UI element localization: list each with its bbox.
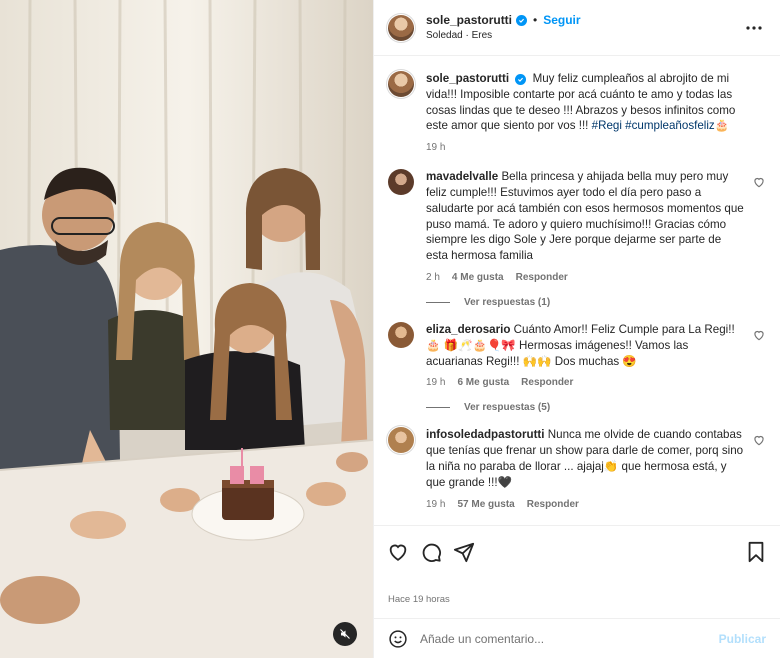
- post-photo[interactable]: [0, 0, 373, 658]
- comment-time: 2 h: [426, 271, 440, 283]
- separator-dot: •: [533, 12, 538, 27]
- reply-button[interactable]: Responder: [516, 272, 568, 283]
- share-button[interactable]: [452, 540, 476, 564]
- heart-icon: [389, 544, 407, 561]
- comment-input[interactable]: [420, 631, 719, 646]
- like-comment-heart-icon[interactable]: [752, 328, 766, 342]
- post-side-panel: sole_pastorutti • Seguir Soledad · Eres: [373, 0, 780, 658]
- verified-icon: [516, 14, 528, 26]
- comment-avatar[interactable]: [388, 169, 414, 196]
- comment-body: Bella princesa y ahijada bella muy pero …: [426, 170, 744, 263]
- mute-button[interactable]: [333, 622, 357, 646]
- caption: sole_pastorutti Muy feliz cumpleaños al …: [388, 71, 766, 153]
- reply-button[interactable]: Responder: [527, 499, 579, 510]
- comment-item: mavadelvalle Bella princesa y ahijada be…: [388, 169, 766, 283]
- follow-button[interactable]: Seguir: [543, 13, 580, 28]
- bookmark-icon: [748, 541, 764, 562]
- view-replies-label: Ver respuestas (5): [464, 402, 551, 414]
- audio-track[interactable]: Soledad · Eres: [426, 28, 742, 43]
- verified-icon: [515, 74, 527, 85]
- comment-likes[interactable]: 6 Me gusta: [457, 377, 509, 388]
- add-comment-bar: Publicar: [374, 618, 780, 658]
- comment-icon: [422, 543, 441, 562]
- more-options-button[interactable]: [742, 16, 766, 40]
- like-button[interactable]: [386, 540, 410, 564]
- comments-list[interactable]: sole_pastorutti Muy feliz cumpleaños al …: [374, 57, 780, 525]
- author-username[interactable]: sole_pastorutti: [426, 13, 512, 28]
- like-comment-heart-icon[interactable]: [752, 433, 766, 447]
- replies-divider: [426, 301, 450, 303]
- comment-username[interactable]: mavadelvalle: [426, 170, 498, 183]
- caption-text: sole_pastorutti Muy feliz cumpleaños al …: [426, 71, 744, 134]
- post-timestamp: Hace 19 horas: [388, 594, 450, 605]
- author-info: sole_pastorutti • Seguir Soledad · Eres: [426, 13, 742, 43]
- reply-button[interactable]: Responder: [521, 377, 573, 388]
- emoji-icon[interactable]: [388, 629, 408, 649]
- mute-icon: [340, 629, 350, 639]
- post-actions-bar: [374, 525, 780, 577]
- view-replies-label: Ver respuestas (1): [464, 296, 551, 308]
- save-button[interactable]: [744, 540, 768, 564]
- caption-username[interactable]: sole_pastorutti: [426, 72, 509, 85]
- comment-text: mavadelvalle Bella princesa y ahijada be…: [426, 169, 744, 264]
- author-avatar[interactable]: [388, 14, 414, 41]
- comment-item: infosoledadpastorutti Nunca me olvide de…: [388, 427, 766, 510]
- publish-button[interactable]: Publicar: [719, 632, 766, 646]
- comment-avatar[interactable]: [388, 321, 414, 348]
- comment-avatar[interactable]: [388, 427, 414, 454]
- post-header: sole_pastorutti • Seguir Soledad · Eres: [374, 0, 780, 56]
- caption-avatar[interactable]: [388, 71, 414, 97]
- caption-hashtags[interactable]: #Regi #cumpleañosfeliz🎂: [592, 119, 730, 132]
- replies-divider: [426, 407, 450, 409]
- comment-text: infosoledadpastorutti Nunca me olvide de…: [426, 427, 744, 490]
- comment-likes[interactable]: 57 Me gusta: [457, 499, 514, 510]
- comment-time: 19 h: [426, 377, 446, 389]
- view-replies-button[interactable]: Ver respuestas (5): [426, 402, 766, 413]
- view-replies-button[interactable]: Ver respuestas (1): [426, 297, 766, 308]
- comment-username[interactable]: eliza_derosario: [426, 323, 510, 336]
- comment-likes[interactable]: 4 Me gusta: [452, 272, 504, 283]
- more-options-icon: [746, 25, 762, 30]
- comment-username[interactable]: infosoledadpastorutti: [426, 428, 545, 441]
- caption-time: 19 h: [426, 142, 446, 154]
- comment-button[interactable]: [419, 540, 443, 564]
- comment-text: eliza_derosario Cuánto Amor!! Feliz Cump…: [426, 322, 744, 369]
- share-icon: [453, 542, 475, 562]
- instagram-post-modal: sole_pastorutti • Seguir Soledad · Eres: [0, 0, 780, 658]
- like-comment-heart-icon[interactable]: [752, 175, 766, 189]
- family-birthday-photo: [0, 0, 373, 658]
- comment-item: eliza_derosario Cuánto Amor!! Feliz Cump…: [388, 321, 766, 389]
- comment-time: 19 h: [426, 498, 446, 510]
